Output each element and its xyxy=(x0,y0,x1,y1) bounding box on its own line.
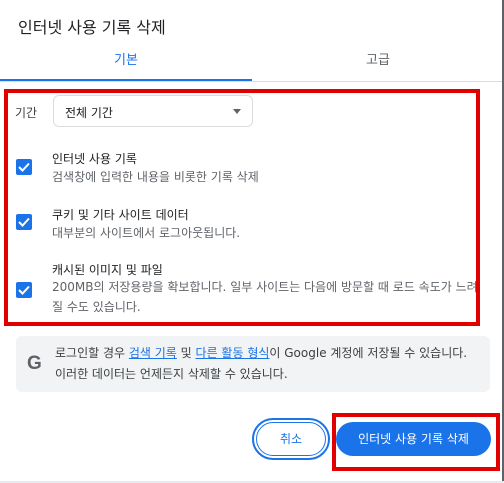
dialog-title: 인터넷 사용 기록 삭제 xyxy=(18,18,166,37)
note-prefix: 로그인할 경우 xyxy=(55,346,129,360)
cancel-button[interactable]: 취소 xyxy=(256,422,326,456)
account-note-text: 로그인할 경우 검색 기록 및 다른 활동 형식이 Google 계정에 저장될… xyxy=(55,343,481,385)
tab-divider xyxy=(0,81,504,82)
note-mid: 및 xyxy=(176,346,196,360)
account-note: G 로그인할 경우 검색 기록 및 다른 활동 형식이 Google 계정에 저… xyxy=(16,336,490,392)
tab-basic[interactable]: 기본 xyxy=(0,47,252,81)
other-activity-link[interactable]: 다른 활동 형식 xyxy=(196,346,270,360)
highlight-box-button xyxy=(332,413,500,471)
highlight-box-options xyxy=(4,89,480,326)
tab-advanced[interactable]: 고급 xyxy=(252,47,504,81)
google-g-icon: G xyxy=(27,353,42,374)
search-history-link[interactable]: 검색 기록 xyxy=(129,346,177,360)
tab-bar: 기본 고급 xyxy=(0,47,504,81)
